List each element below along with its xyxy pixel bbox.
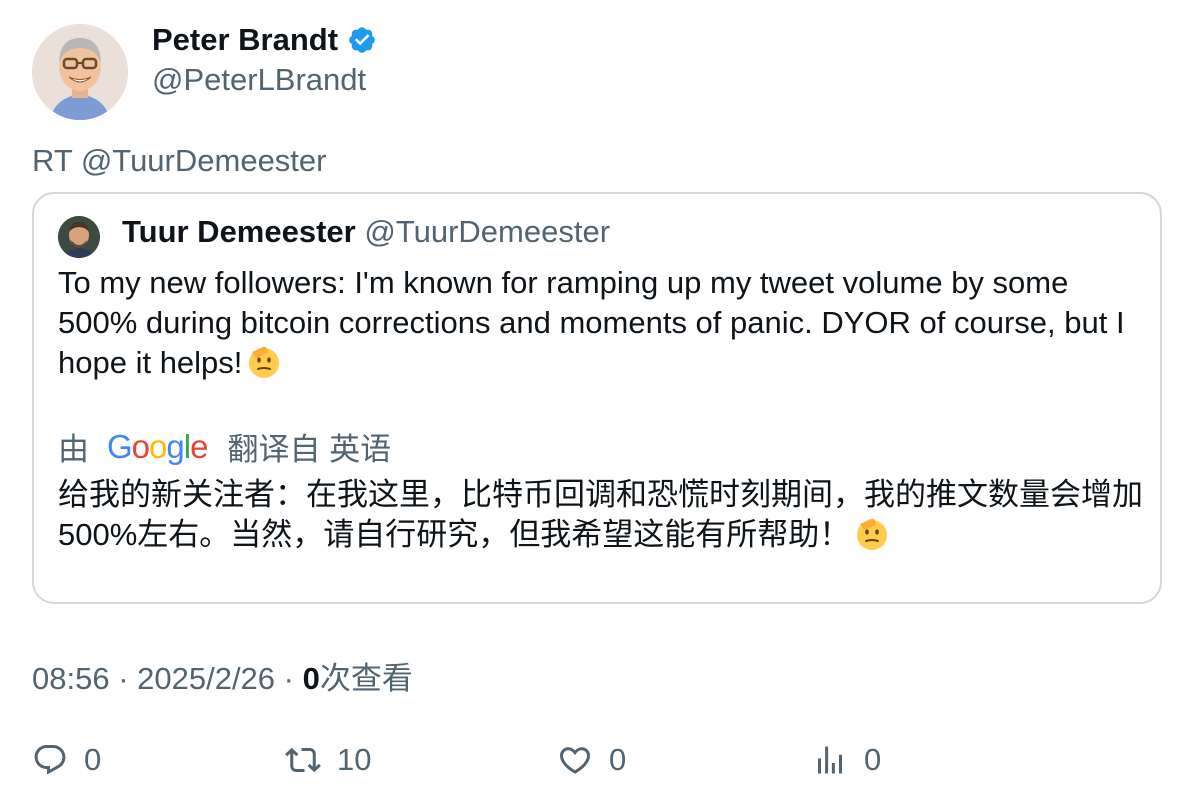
- quoted-tweet-text: To my new followers: I'm known for rampi…: [58, 263, 1142, 383]
- retweet-text: RT @TuurDemeester: [32, 143, 327, 178]
- saluting-face-emoji-icon: [246, 344, 282, 380]
- translation-suffix: 翻译自 英语: [227, 432, 392, 467]
- author-name[interactable]: Peter Brandt: [152, 22, 377, 58]
- like-button[interactable]: 0: [557, 735, 626, 785]
- quoted-tweet-card[interactable]: Tuur Demeester @TuurDemeester To my new …: [32, 192, 1162, 604]
- retweet-button[interactable]: 10: [285, 735, 371, 785]
- quoted-author-name[interactable]: Tuur Demeester: [122, 214, 356, 249]
- retweet-icon: [285, 747, 321, 773]
- translation-prefix: 由: [58, 432, 89, 467]
- heart-icon: [559, 747, 591, 774]
- retweet-count: 10: [337, 742, 372, 777]
- views-button[interactable]: 0: [812, 735, 881, 785]
- tweet-timestamp[interactable]: 08:56 · 2025/2/26 ·: [32, 661, 303, 696]
- google-logo-icon: Google: [107, 427, 208, 465]
- translated-text: 给我的新关注者：在我这里，比特币回调和恐慌时刻期间，我的推文数量会增加500%左…: [58, 475, 1148, 555]
- quoted-author-handle[interactable]: @TuurDemeester: [364, 214, 610, 249]
- saluting-face-emoji-icon: [854, 516, 890, 552]
- reply-count: 0: [84, 742, 102, 777]
- analytics-icon: [818, 746, 842, 774]
- action-bar: 0 10 0 0: [0, 735, 1196, 785]
- like-count: 0: [609, 742, 627, 777]
- tweet-metadata: 08:56 · 2025/2/26 · 0次查看: [32, 653, 413, 698]
- translated-body: 给我的新关注者：在我这里，比特币回调和恐慌时刻期间，我的推文数量会增加500%左…: [58, 477, 1143, 552]
- views-label: 次查看: [319, 661, 413, 696]
- author-avatar[interactable]: [32, 24, 128, 120]
- views-count: 0: [302, 661, 320, 696]
- verified-badge-icon[interactable]: [347, 25, 377, 55]
- quoted-tweet-body: To my new followers: I'm known for rampi…: [58, 265, 1125, 380]
- reply-button[interactable]: 0: [32, 735, 101, 785]
- translation-attribution: 由 Google 翻译自 英语: [58, 424, 391, 469]
- author-handle[interactable]: @PeterLBrandt: [152, 62, 366, 98]
- quoted-author-header: Tuur Demeester @TuurDemeester: [122, 214, 610, 250]
- views-action-count: 0: [864, 742, 882, 777]
- reply-icon: [34, 745, 66, 775]
- author-display-name[interactable]: Peter Brandt: [152, 22, 338, 58]
- quoted-author-avatar[interactable]: [58, 216, 100, 258]
